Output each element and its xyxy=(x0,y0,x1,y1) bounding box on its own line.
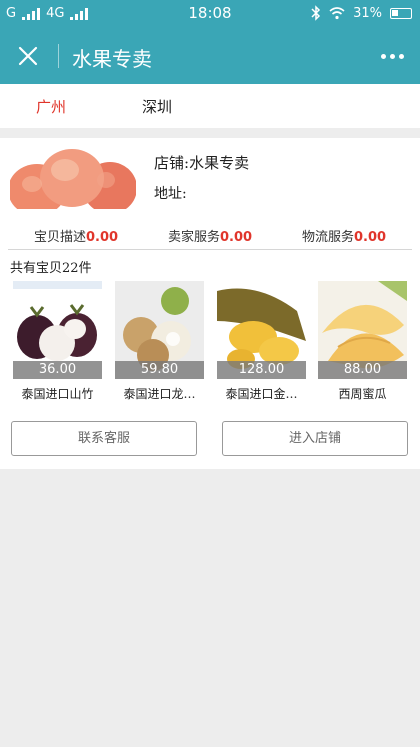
battery-text: 31% xyxy=(353,5,382,21)
rating-label: 物流服务 xyxy=(302,230,355,245)
product-count-suffix: 件 xyxy=(78,261,92,276)
shop-name-label: 店铺: xyxy=(154,154,190,172)
rating-description: 宝贝描述0.00 xyxy=(34,226,118,245)
product-image[interactable]: 88.00 xyxy=(318,281,407,379)
city-tabs: 广州 深圳 xyxy=(0,84,420,128)
product-image[interactable]: 128.00 xyxy=(217,281,306,379)
rating-label: 宝贝描述 xyxy=(34,230,87,245)
shop-address: 地址: xyxy=(154,186,187,202)
product-name: 泰国进口龙… xyxy=(123,387,196,401)
product-price: 88.00 xyxy=(318,361,407,379)
product-image[interactable]: 59.80 xyxy=(115,281,204,379)
product-count-number: 22 xyxy=(62,261,79,276)
shop-image[interactable] xyxy=(10,146,136,209)
product-count: 共有宝贝22件 xyxy=(10,257,92,276)
close-icon[interactable] xyxy=(12,40,44,72)
bluetooth-icon xyxy=(311,5,321,21)
product-card[interactable]: 88.00 西周蜜瓜 xyxy=(318,281,407,402)
product-count-prefix: 共有宝贝 xyxy=(10,261,63,276)
enter-shop-button[interactable]: 进入店铺 xyxy=(222,421,408,456)
product-card[interactable]: 128.00 泰国进口金… xyxy=(217,281,306,402)
divider xyxy=(8,249,412,250)
product-price: 128.00 xyxy=(217,361,306,379)
contact-service-button[interactable]: 联系客服 xyxy=(11,421,197,456)
battery-icon xyxy=(390,7,412,19)
shop-name: 店铺:水果专卖 xyxy=(154,152,249,173)
more-icon[interactable] xyxy=(379,46,406,67)
product-card[interactable]: 36.00 泰国进口山竹 xyxy=(13,281,102,402)
title-bar: 水果专卖 xyxy=(0,28,420,84)
product-card[interactable]: 59.80 泰国进口龙… xyxy=(115,281,204,402)
shop-name-value: 水果专卖 xyxy=(189,154,250,172)
product-name: 西周蜜瓜 xyxy=(338,387,387,401)
rating-label: 卖家服务 xyxy=(168,230,221,245)
status-right: 31% xyxy=(311,5,412,21)
title-separator xyxy=(58,44,59,68)
rating-value: 0.00 xyxy=(354,230,387,245)
product-price: 36.00 xyxy=(13,361,102,379)
rating-seller-service: 卖家服务0.00 xyxy=(168,226,252,245)
rating-value: 0.00 xyxy=(220,230,253,245)
product-name: 泰国进口山竹 xyxy=(21,387,94,401)
wifi-icon xyxy=(329,7,345,20)
tab-guangzhou[interactable]: 广州 xyxy=(36,96,66,117)
product-price: 59.80 xyxy=(115,361,204,379)
product-image[interactable]: 36.00 xyxy=(13,281,102,379)
rating-value: 0.00 xyxy=(86,230,119,245)
shop-card: 店铺:水果专卖 地址: 宝贝描述0.00 卖家服务0.00 物流服务0.00 共… xyxy=(0,138,420,469)
shop-ratings: 宝贝描述0.00 卖家服务0.00 物流服务0.00 xyxy=(0,224,420,246)
status-bar: G 4G 18:08 31% xyxy=(0,0,420,28)
product-name: 泰国进口金… xyxy=(225,387,298,401)
page-title: 水果专卖 xyxy=(72,47,152,71)
rating-logistics-service: 物流服务0.00 xyxy=(302,226,386,245)
tab-shenzhen[interactable]: 深圳 xyxy=(142,96,172,117)
